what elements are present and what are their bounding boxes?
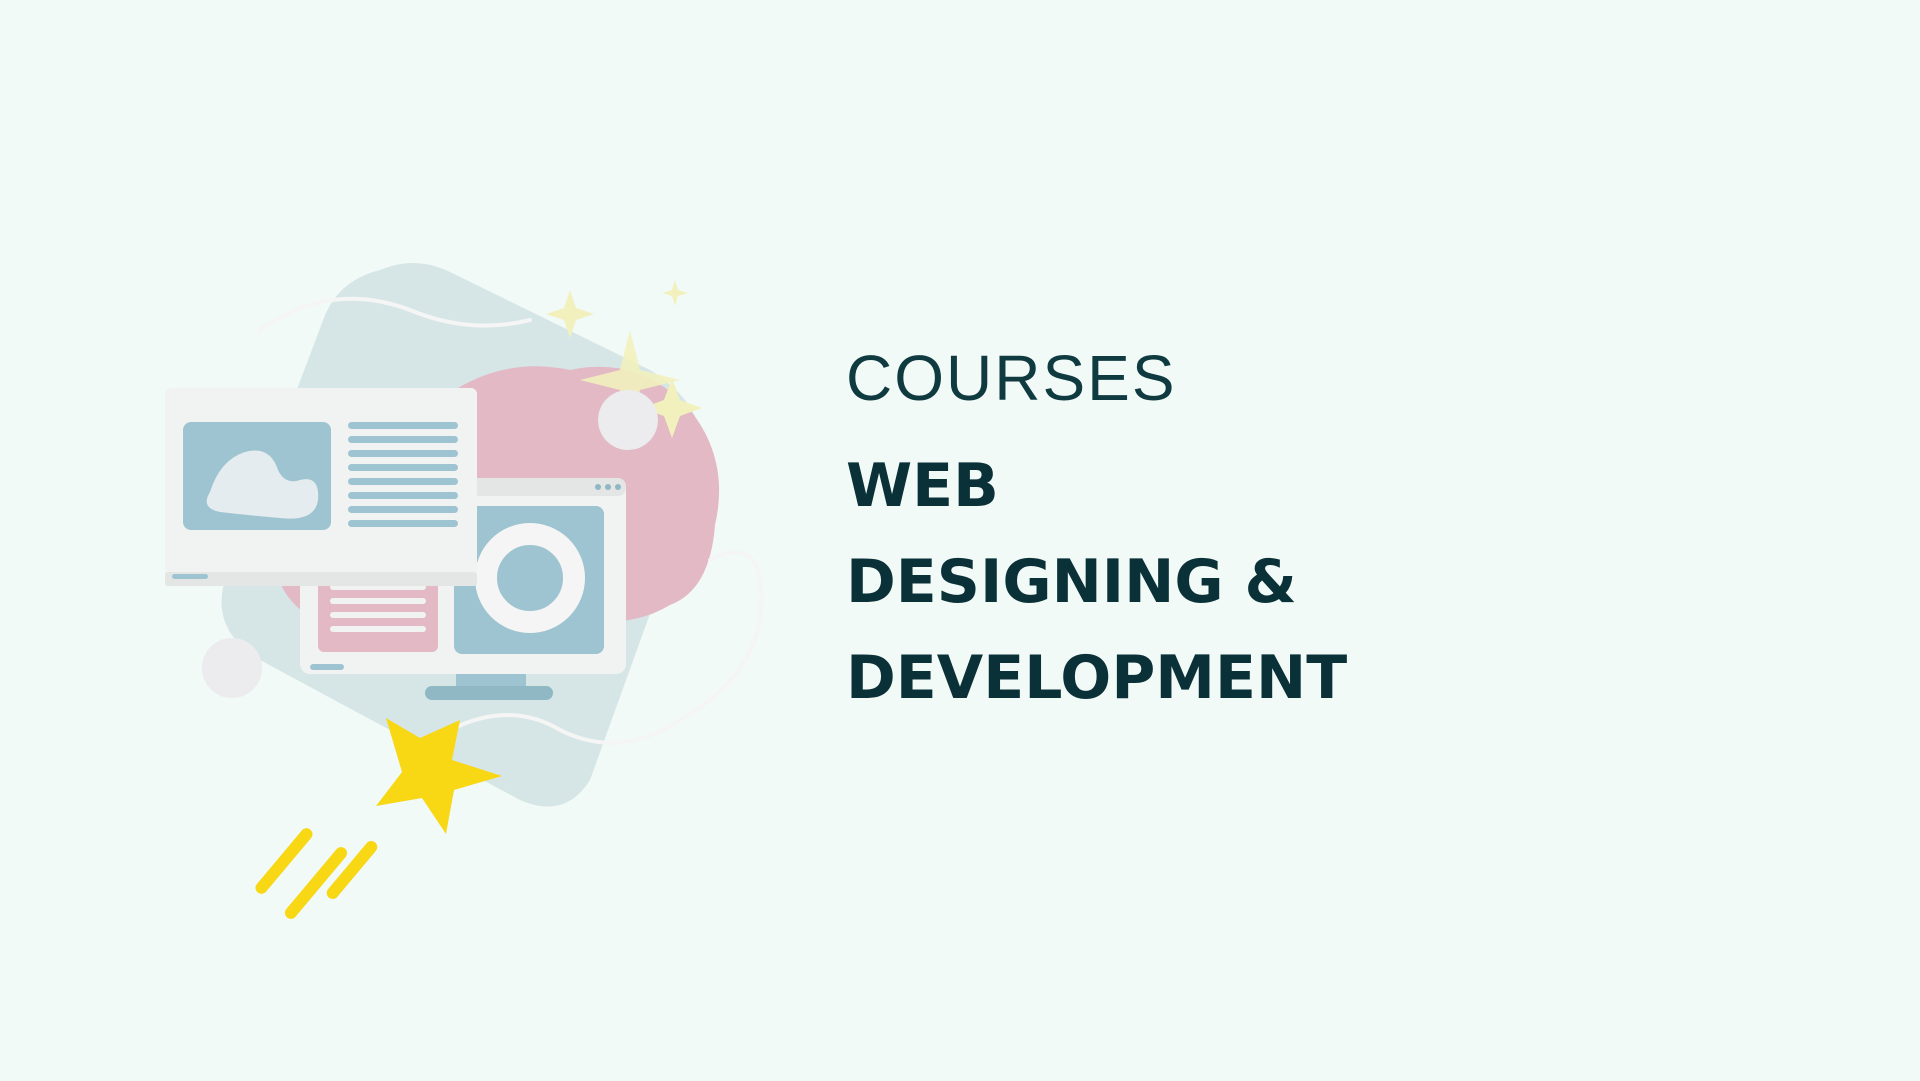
title-line-2: DESIGNING & xyxy=(846,547,1297,617)
slide: COURSES WEB DESIGNING & DEVELOPMENT xyxy=(0,0,1920,1081)
title-line-3: DEVELOPMENT xyxy=(846,643,1348,713)
sphere-top xyxy=(598,390,658,450)
sphere-left xyxy=(202,638,262,698)
illustration-svg xyxy=(165,262,764,919)
course-heading-block: COURSES WEB DESIGNING & DEVELOPMENT xyxy=(846,346,1746,744)
panel-front xyxy=(165,388,477,586)
title-line-1: WEB xyxy=(846,451,999,521)
web-design-illustration xyxy=(150,260,810,920)
eyebrow-label: COURSES xyxy=(846,342,1177,414)
